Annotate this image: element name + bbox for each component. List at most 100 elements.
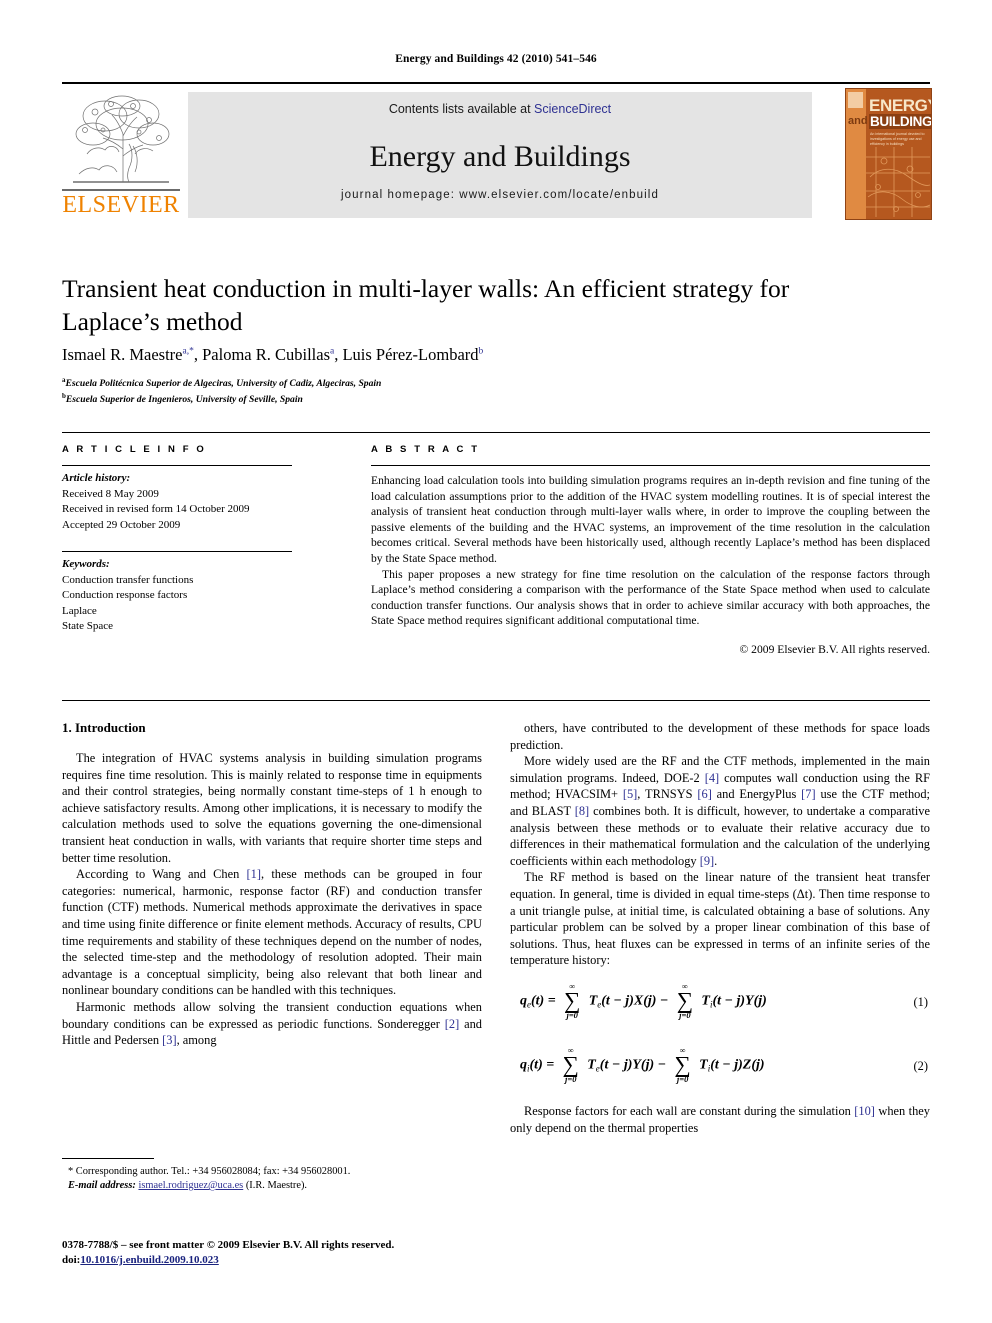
citation-ref[interactable]: [3]	[162, 1033, 176, 1047]
body-right-column: others, have contributed to the developm…	[510, 720, 930, 1136]
body-paragraph: The RF method is based on the linear nat…	[510, 870, 930, 968]
equation-1-term1-rest: (t − j)X(j) −	[601, 993, 669, 1009]
journal-masthead: ELSEVIER Contents lists available at Sci…	[62, 82, 932, 220]
keyword-item: State Space	[62, 620, 114, 632]
author-mark-3: b	[478, 346, 484, 357]
citation-ref[interactable]: [4]	[705, 771, 719, 785]
issn-front-matter-line: 0378-7788/$ – see front matter © 2009 El…	[62, 1239, 395, 1251]
author-list: Ismael R. Maestrea,*, Paloma R. Cubillas…	[62, 345, 484, 364]
article-history-rule	[62, 465, 292, 466]
cover-subtitle: An international journal devoted to inve…	[870, 132, 925, 146]
contents-available-line: Contents lists available at ScienceDirec…	[188, 102, 812, 116]
cover-title-energy: ENERGY	[869, 96, 932, 115]
citation-ref[interactable]: [9]	[700, 854, 714, 868]
info-band-top-rule	[62, 432, 930, 433]
body-paragraph: Harmonic methods allow solving the trans…	[62, 999, 482, 1048]
article-history-label: Article history:	[62, 472, 131, 484]
citation-ref[interactable]: [8]	[575, 804, 589, 818]
cover-title-and: and	[848, 115, 868, 127]
affiliation-list: aEscuela Politécnica Superior de Algecir…	[62, 374, 882, 406]
journal-title: Energy and Buildings	[369, 140, 631, 173]
body-left-column: 1. Introduction The integration of HVAC …	[62, 720, 482, 1049]
footnote-corresponding-author: * Corresponding author. Tel.: +34 956028…	[68, 1166, 351, 1177]
abstract-paragraph-2: This paper proposes a new strategy for f…	[371, 567, 930, 628]
info-band-bottom-rule	[62, 700, 930, 701]
article-info-heading: A R T I C L E I N F O	[62, 444, 207, 455]
summation-symbol: ∞ ∑ j=0	[671, 1046, 695, 1084]
citation-ref[interactable]: [7]	[801, 787, 815, 801]
author-name-2: Paloma R. Cubillas	[202, 345, 330, 364]
elsevier-divider	[62, 189, 180, 191]
equation-2-lhs: q	[520, 1057, 527, 1073]
citation-ref[interactable]: [1]	[247, 867, 261, 881]
keyword-item: Conduction transfer functions	[62, 573, 194, 586]
cover-elsevier-tree-icon	[848, 92, 863, 108]
equation-1-body: qe(t) = ∞ ∑ j=0 Te(t − j)X(j) − ∞ ∑ j=0 …	[520, 982, 767, 1020]
keywords-rule	[62, 551, 292, 552]
doi-label: doi:	[62, 1254, 81, 1266]
masthead-top-rule	[62, 82, 930, 84]
equation-1-lhs: q	[520, 993, 527, 1009]
abstract-column: Enhancing load calculation tools into bu…	[371, 465, 930, 656]
abstract-rule	[371, 465, 930, 466]
body-paragraph: Response factors for each wall are const…	[510, 1103, 930, 1135]
footnote-email-owner: (I.R. Maestre).	[245, 1180, 308, 1191]
footnote-rule	[62, 1158, 154, 1159]
equation-2: qi(t) = ∞ ∑ j=0 Te(t − j)Y(j) − ∞ ∑ j=0 …	[510, 1043, 930, 1097]
journal-homepage-line[interactable]: journal homepage: www.elsevier.com/locat…	[188, 189, 812, 201]
citation-ref[interactable]: [6]	[697, 787, 711, 801]
author-name-1: Ismael R. Maestre	[62, 345, 183, 364]
sigma-glyph: ∑	[674, 1051, 691, 1077]
sigma-glyph: ∑	[564, 987, 581, 1013]
abstract-paragraph-1: Enhancing load calculation tools into bu…	[371, 474, 930, 565]
sigma-glyph: ∑	[676, 987, 694, 1013]
summation-symbol: ∞ ∑ j=0	[673, 982, 697, 1020]
doi-link[interactable]: 10.1016/j.enbuild.2009.10.023	[80, 1254, 218, 1266]
doi-line: doi:10.1016/j.enbuild.2009.10.023	[62, 1253, 562, 1268]
abstract-heading: A B S T R A C T	[371, 444, 480, 455]
equation-2-term1-rest: (t − j)Y(j) −	[599, 1057, 667, 1073]
cover-artwork	[866, 147, 931, 217]
sciencedirect-link[interactable]: ScienceDirect	[534, 102, 611, 116]
cover-title-buildings: BUILDINGS	[869, 114, 931, 129]
footnote-email-label: E-mail address:	[68, 1180, 136, 1191]
equation-1-term1: T	[588, 993, 598, 1009]
cover-left-stripe	[846, 89, 866, 219]
keyword-item: Conduction response factors	[62, 589, 188, 601]
citation-ref[interactable]: [2]	[445, 1017, 459, 1031]
citation-ref[interactable]: [10]	[854, 1104, 875, 1118]
equation-1-term2: T	[701, 993, 710, 1009]
contents-available-label: Contents lists available at	[388, 102, 535, 116]
elsevier-wordmark: ELSEVIER	[62, 192, 180, 218]
running-head: Energy and Buildings 42 (2010) 541–546	[395, 53, 597, 65]
equation-2-term2-rest: (t − j)Z(j)	[710, 1057, 765, 1073]
equation-1-term2-rest: (t − j)Y(j)	[712, 993, 767, 1009]
article-history-received: Received 8 May 2009	[62, 487, 159, 500]
journal-cover-thumbnail[interactable]: ENERGY and BUILDINGS An international jo…	[845, 88, 932, 220]
article-info-column: Article history: Received 8 May 2009 Rec…	[62, 465, 347, 635]
elsevier-tree-icon	[65, 94, 177, 187]
body-paragraph: More widely used are the RF and the CTF …	[510, 754, 931, 868]
affiliation-text-a: Escuela Politécnica Superior de Algecira…	[65, 378, 382, 390]
footnote-email-link[interactable]: ismael.rodriguez@uca.es	[138, 1180, 243, 1191]
equation-2-lhs-arg: (t) =	[529, 1057, 555, 1073]
elsevier-logo: ELSEVIER	[62, 94, 180, 218]
abstract-copyright: © 2009 Elsevier B.V. All rights reserved…	[739, 642, 930, 656]
equation-2-term1: T	[587, 1057, 596, 1073]
equation-1: qe(t) = ∞ ∑ j=0 Te(t − j)X(j) − ∞ ∑ j=0 …	[510, 979, 930, 1033]
section-heading-introduction: 1. Introduction	[62, 720, 146, 735]
article-history-revised: Received in revised form 14 October 2009	[62, 503, 250, 515]
body-paragraph: According to Wang and Chen [1], these me…	[62, 867, 482, 998]
page-footer: 0378-7788/$ – see front matter © 2009 El…	[62, 1238, 562, 1268]
body-paragraph: The integration of HVAC systems analysis…	[62, 751, 482, 865]
paper-page: Energy and Buildings 42 (2010) 541–546 E…	[0, 0, 992, 1323]
sigma-glyph: ∑	[562, 1051, 579, 1077]
affiliation-text-b: Escuela Superior de Ingenieros, Universi…	[65, 394, 303, 406]
summation-symbol: ∞ ∑ j=0	[560, 982, 584, 1020]
keyword-item: Laplace	[62, 604, 97, 617]
citation-ref[interactable]: [5]	[623, 787, 637, 801]
corresponding-author-footnote: * Corresponding author. Tel.: +34 956028…	[62, 1158, 482, 1193]
equation-2-body: qi(t) = ∞ ∑ j=0 Te(t − j)Y(j) − ∞ ∑ j=0 …	[520, 1046, 765, 1084]
affiliation-a: aEscuela Politécnica Superior de Algecir…	[62, 374, 882, 390]
article-history-accepted: Accepted 29 October 2009	[62, 518, 181, 531]
